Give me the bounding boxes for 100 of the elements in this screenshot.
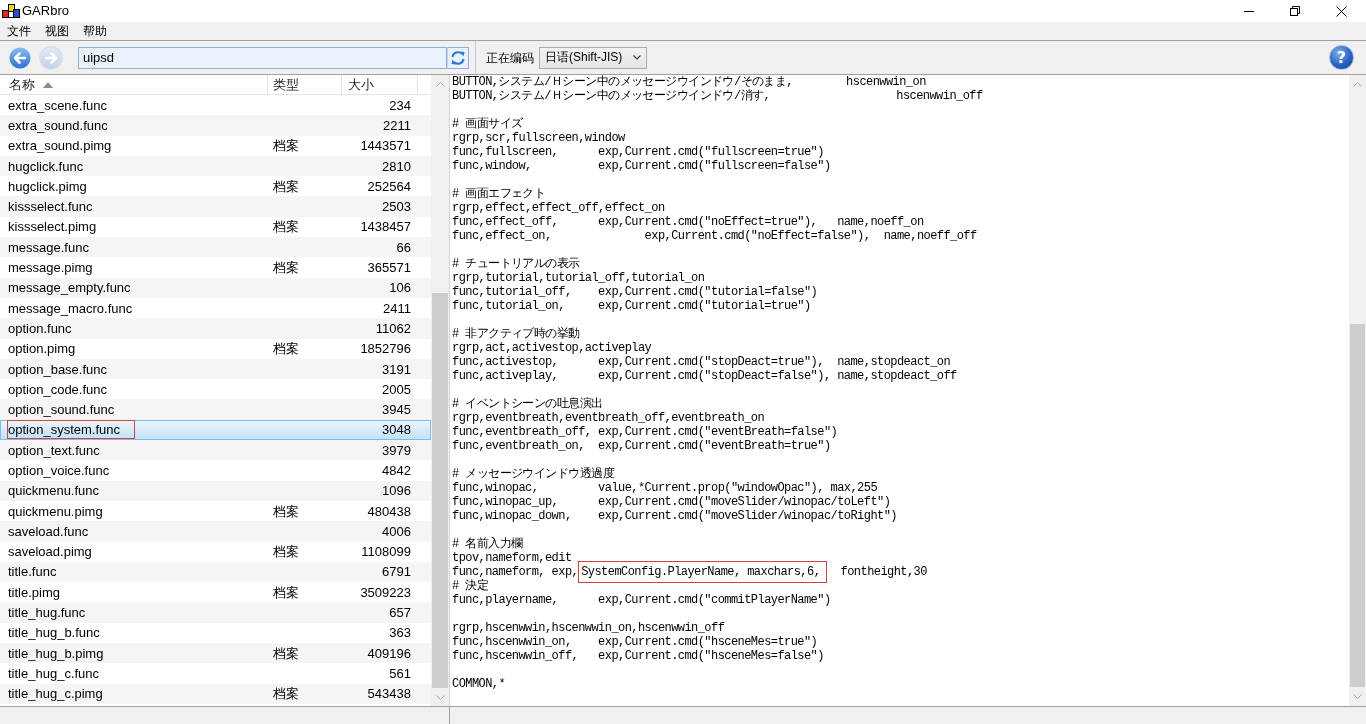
code-line: fontheight,30 bbox=[839, 565, 927, 579]
file-row[interactable]: message_empty.func 106 bbox=[0, 277, 431, 298]
file-row[interactable]: title_hug.func 657 bbox=[0, 602, 431, 623]
file-size: 106 bbox=[389, 280, 411, 296]
file-size: 4006 bbox=[382, 523, 411, 539]
code-line: COMMON,* bbox=[452, 677, 507, 691]
minimize-icon bbox=[1244, 10, 1254, 12]
file-name: saveload.pimg bbox=[8, 544, 92, 560]
file-name: kissselect.pimg bbox=[8, 219, 97, 235]
file-size: 1438457 bbox=[360, 219, 411, 235]
code-line: func,activestop, exp,Current.cmd("stopDeact=true"), name,stopdeact_on bbox=[452, 355, 952, 369]
scrollbar[interactable] bbox=[1349, 75, 1366, 706]
file-size: 3191 bbox=[382, 361, 411, 377]
file-row[interactable]: saveload.func 4006 bbox=[0, 521, 431, 542]
back-button[interactable] bbox=[8, 45, 32, 70]
file-row[interactable]: extra_sound.func 2211 bbox=[0, 115, 431, 136]
file-size: 66 bbox=[396, 239, 411, 255]
code-line: rgrp,hscenwwin,hscenwwin_on,hscenwwin_off bbox=[452, 621, 726, 635]
scrollbar-thumb[interactable] bbox=[432, 293, 448, 688]
code-line: func,activeplay, exp,Current.cmd("stopDeact=false"), name,stopdeact_off bbox=[452, 369, 958, 383]
file-name: option_code.func bbox=[8, 381, 108, 397]
code-line: # 画面エフェクト bbox=[452, 187, 547, 201]
file-size: 2211 bbox=[383, 117, 411, 133]
encoding-dropdown[interactable]: 日语(Shift-JIS) bbox=[539, 46, 647, 69]
code-line: # チュートリアルの表示 bbox=[452, 257, 581, 271]
file-row[interactable]: title_hug_c.pimg 档案 543438 bbox=[0, 683, 431, 704]
file-type: 档案 bbox=[273, 138, 299, 154]
code-line: func,winopac, value,*Current.prop("windowOpac"), max,255 bbox=[452, 481, 879, 495]
file-row[interactable]: option.func 11062 bbox=[0, 318, 431, 339]
file-row[interactable]: title_hug_b.pimg 档案 409196 bbox=[0, 643, 431, 664]
code-line: tpov,nameform,edit bbox=[452, 551, 573, 565]
file-row[interactable]: kissselect.func 2503 bbox=[0, 196, 431, 217]
chevron-up-icon bbox=[1353, 81, 1362, 87]
file-name: option_voice.func bbox=[8, 463, 110, 478]
file-size: 1852796 bbox=[360, 341, 411, 357]
file-name: message.func bbox=[8, 239, 89, 255]
file-name: message_macro.func bbox=[8, 300, 133, 316]
refresh-icon bbox=[450, 49, 466, 66]
menu-item[interactable]: 视图 bbox=[38, 22, 76, 40]
refresh-button[interactable] bbox=[447, 46, 469, 69]
code-line: # 非アクティブ時の挙動 bbox=[452, 327, 581, 341]
file-size: 365571 bbox=[367, 260, 411, 275]
menu-item[interactable]: 帮助 bbox=[76, 22, 114, 40]
file-row[interactable]: quickmenu.func 1096 bbox=[0, 480, 431, 501]
file-size: 561 bbox=[389, 665, 411, 681]
file-size: 2810 bbox=[382, 158, 411, 174]
file-row[interactable]: option_text.func 3979 bbox=[0, 440, 431, 461]
code-line: rgrp,scr,fullscreen,window bbox=[452, 131, 626, 145]
chevron-down-icon bbox=[1353, 694, 1362, 699]
file-row[interactable]: option_base.func 3191 bbox=[0, 358, 431, 380]
window-title: GARbro bbox=[22, 3, 69, 19]
code-line: func,window, exp,Current.cmd("fullscreen=false") bbox=[452, 159, 832, 173]
code-line: BUTTON,システム/Ｈシーン中のメッセージウインドウ/消す, hscenwwin_off bbox=[452, 89, 984, 103]
file-size: 363 bbox=[389, 625, 411, 641]
code-line: # 決定 bbox=[452, 579, 490, 593]
file-size: 1096 bbox=[382, 483, 411, 499]
file-type: 档案 bbox=[273, 584, 299, 600]
file-name: option_base.func bbox=[8, 361, 108, 377]
file-name: title.func bbox=[8, 564, 57, 580]
menu-item[interactable]: 文件 bbox=[0, 22, 38, 40]
code-line: func,effect_on, exp,Current.cmd("noEffect=false"), name,noeff_off bbox=[452, 229, 978, 243]
code-line: # イベントシーンの吐息演出 bbox=[452, 397, 604, 411]
file-name: title_hug_b.func bbox=[8, 625, 100, 641]
code-line: rgrp,act,activestop,activeplay bbox=[452, 341, 653, 355]
file-name: title.pimg bbox=[8, 584, 61, 600]
file-size: 1108099 bbox=[361, 544, 411, 560]
scrollbar[interactable] bbox=[431, 75, 449, 706]
code-line: rgrp,effect,effect_off,effect_on bbox=[452, 201, 666, 215]
file-name: title_hug_b.pimg bbox=[8, 645, 104, 661]
path-field[interactable]: uipsd bbox=[78, 46, 447, 69]
file-size: 3979 bbox=[382, 442, 411, 458]
file-size: 234 bbox=[389, 97, 411, 113]
file-size: 657 bbox=[389, 605, 411, 621]
chevron-up-icon bbox=[435, 81, 445, 87]
file-row[interactable]: message.func 66 bbox=[0, 237, 431, 258]
file-type: 档案 bbox=[273, 178, 299, 194]
scrollbar-thumb[interactable] bbox=[1350, 324, 1365, 687]
file-size: 2411 bbox=[383, 300, 411, 316]
code-line: rgrp,tutorial,tutorial_off,tutorial_on bbox=[452, 271, 706, 285]
code-line: func,tutorial_off, exp,Current.cmd("tutorial=false") bbox=[452, 285, 819, 299]
file-row[interactable]: option_system.func 3048 bbox=[0, 419, 431, 441]
code-line: rgrp,eventbreath,eventbreath_off,eventbreath_on bbox=[452, 411, 766, 425]
file-row[interactable]: hugclick.func 2810 bbox=[0, 155, 431, 177]
chevron-down-icon bbox=[435, 694, 445, 700]
file-size: 409196 bbox=[367, 645, 411, 661]
file-row[interactable]: option_sound.func 3945 bbox=[0, 399, 431, 420]
file-name: option_system.func bbox=[7, 420, 135, 440]
file-name: hugclick.func bbox=[8, 158, 84, 174]
file-name: kissselect.func bbox=[8, 199, 93, 215]
restore-icon bbox=[1290, 6, 1300, 16]
code-line: # メッセージウインドウ透過度 bbox=[452, 467, 616, 481]
file-name: saveload.func bbox=[8, 523, 89, 539]
file-name: title_hug.func bbox=[8, 605, 86, 621]
file-row[interactable]: title.func 6791 bbox=[0, 561, 431, 583]
file-size: 3048 bbox=[382, 422, 411, 438]
file-size: 3945 bbox=[382, 402, 411, 418]
file-name: hugclick.pimg bbox=[8, 178, 87, 194]
file-type: 档案 bbox=[273, 544, 299, 560]
file-name: title_hug_c.func bbox=[8, 665, 100, 681]
file-name: option_sound.func bbox=[8, 402, 115, 418]
